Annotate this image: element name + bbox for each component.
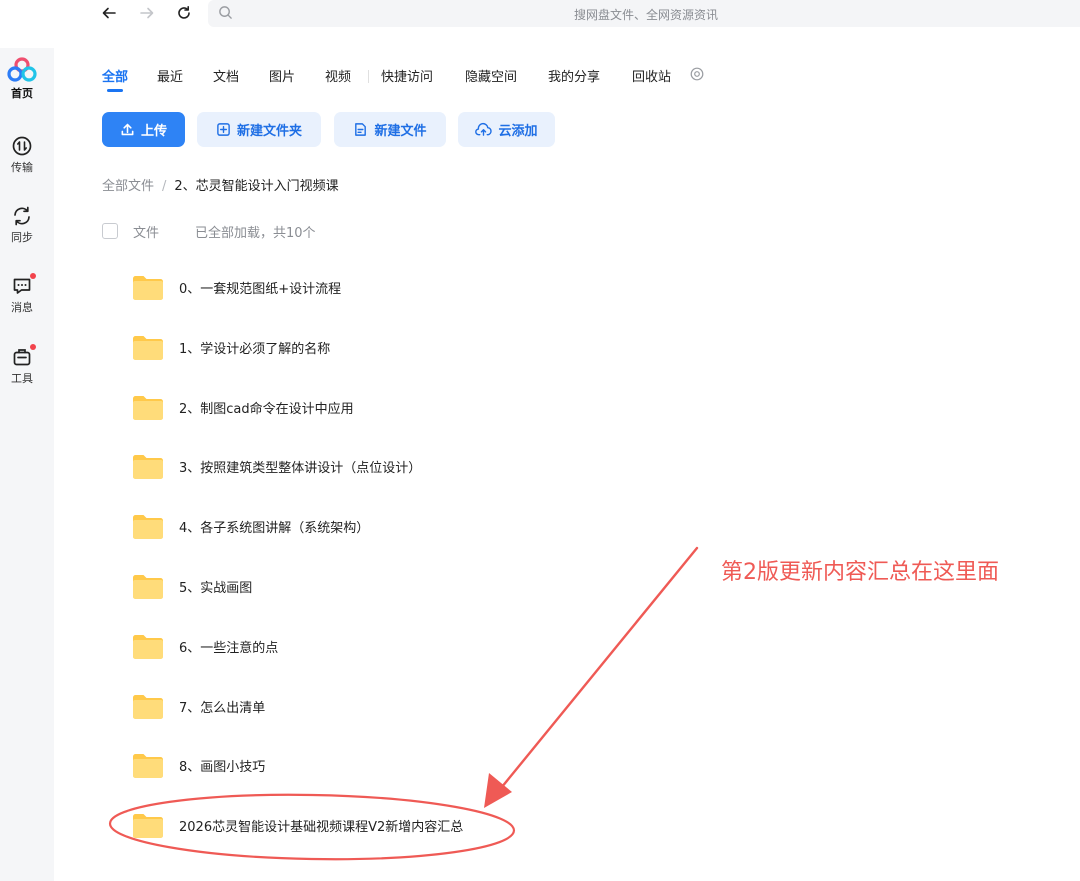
tab-recycle-bin[interactable]: 回收站 (632, 66, 671, 85)
tab-all[interactable]: 全部 (102, 66, 128, 85)
file-name: 6、一些注意的点 (179, 641, 279, 656)
new-file-icon (355, 123, 367, 136)
notification-dot (30, 344, 36, 350)
folder-icon (132, 693, 164, 724)
annotation-text: 第2版更新内容汇总在这里面 (721, 560, 999, 585)
back-button[interactable] (98, 2, 120, 24)
cloud-add-label: 云添加 (498, 124, 538, 139)
search-input[interactable] (244, 0, 1048, 29)
tab-hidden-space[interactable]: 隐藏空间 (465, 66, 517, 85)
file-name: 1、学设计必须了解的名称 (179, 342, 331, 357)
file-row[interactable]: 6、一些注意的点 (100, 626, 660, 666)
folder-icon (132, 513, 164, 544)
sidebar-item-label: 首页 (11, 87, 33, 100)
message-icon (13, 278, 31, 294)
file-name: 8、画图小技巧 (179, 760, 266, 775)
tab-videos[interactable]: 视频 (325, 66, 351, 85)
folder-icon (132, 812, 164, 843)
top-bar (0, 0, 1080, 29)
folder-icon (132, 453, 164, 484)
folder-icon (132, 274, 164, 305)
file-row[interactable]: 2、制图cad命令在设计中应用 (100, 387, 660, 427)
refresh-icon (178, 6, 190, 19)
forward-button[interactable] (136, 2, 158, 24)
tab-my-shares[interactable]: 我的分享 (548, 66, 600, 85)
active-tab-indicator (107, 89, 123, 92)
new-folder-icon (217, 123, 230, 136)
new-folder-label: 新建文件夹 (236, 124, 302, 139)
sync-icon (14, 206, 30, 226)
new-folder-button[interactable]: 新建文件夹 (197, 112, 321, 147)
sidebar-item-sync[interactable]: 同步 (0, 205, 44, 245)
tab-documents[interactable]: 文档 (213, 66, 239, 85)
sidebar-item-label: 传输 (11, 161, 33, 174)
file-name: 2026芯灵智能设计基础视频课程V2新增内容汇总 (179, 820, 464, 835)
tab-images[interactable]: 图片 (269, 66, 295, 85)
upload-icon (121, 123, 134, 136)
file-row[interactable]: 7、怎么出清单 (100, 686, 660, 726)
select-all-checkbox[interactable] (102, 223, 118, 239)
file-row[interactable]: 8、画图小技巧 (100, 745, 660, 785)
refresh-button[interactable] (173, 2, 195, 24)
cloud-add-button[interactable]: 云添加 (458, 112, 555, 147)
sidebar: 首页 传输 同步 消息 工具 (0, 48, 54, 881)
sidebar-item-home[interactable]: 首页 (0, 57, 44, 101)
upload-button[interactable]: 上传 (102, 112, 185, 147)
sidebar-item-label: 工具 (11, 372, 33, 385)
sidebar-item-label: 同步 (11, 231, 33, 244)
sidebar-item-label: 消息 (11, 301, 33, 314)
file-row[interactable]: 2026芯灵智能设计基础视频课程V2新增内容汇总 (100, 805, 660, 845)
file-name: 5、实战画图 (179, 581, 253, 596)
file-row[interactable]: 0、一套规范图纸+设计流程 (100, 267, 660, 307)
search-icon (219, 6, 232, 19)
search-box[interactable] (208, 0, 1080, 29)
arrow-left-icon (102, 7, 116, 19)
cloud-upload-icon (475, 122, 493, 136)
sidebar-item-messages[interactable]: 消息 (0, 273, 44, 315)
tab-recent[interactable]: 最近 (157, 66, 183, 85)
file-row[interactable]: 1、学设计必须了解的名称 (100, 327, 660, 367)
file-row[interactable]: 5、实战画图 (100, 566, 660, 606)
settings-icon[interactable] (690, 67, 704, 81)
toolbox-icon (13, 349, 31, 366)
folder-icon (132, 752, 164, 783)
tab-quick-access[interactable]: 快捷访问 (381, 66, 433, 85)
file-column-header: 文件 (133, 226, 160, 241)
sidebar-item-tools[interactable]: 工具 (0, 344, 44, 386)
file-count-status: 已全部加载，共10个 (195, 226, 316, 241)
file-name: 3、按照建筑类型整体讲设计（点位设计） (179, 461, 422, 476)
folder-icon (132, 633, 164, 664)
file-row[interactable]: 3、按照建筑类型整体讲设计（点位设计） (100, 446, 660, 486)
notification-dot (30, 273, 36, 279)
breadcrumb: 全部文件 / 2、芯灵智能设计入门视频课 (102, 175, 339, 194)
breadcrumb-root[interactable]: 全部文件 (102, 179, 154, 194)
tab-divider (368, 70, 369, 83)
transfer-icon (12, 136, 32, 156)
folder-icon (132, 573, 164, 604)
file-name: 7、怎么出清单 (179, 701, 266, 716)
file-name: 2、制图cad命令在设计中应用 (179, 402, 354, 417)
new-file-button[interactable]: 新建文件 (334, 112, 446, 147)
file-row[interactable]: 4、各子系统图讲解（系统架构） (100, 506, 660, 546)
new-file-label: 新建文件 (374, 124, 427, 139)
breadcrumb-separator: / (162, 179, 167, 194)
folder-icon (132, 394, 164, 425)
sidebar-item-transfer[interactable]: 传输 (0, 135, 44, 175)
breadcrumb-current: 2、芯灵智能设计入门视频课 (174, 179, 339, 194)
folder-icon (132, 334, 164, 365)
home-logo-icon (7, 57, 37, 82)
file-name: 0、一套规范图纸+设计流程 (179, 282, 342, 297)
upload-label: 上传 (140, 124, 167, 139)
arrow-right-icon (140, 7, 154, 19)
file-name: 4、各子系统图讲解（系统架构） (179, 521, 370, 536)
